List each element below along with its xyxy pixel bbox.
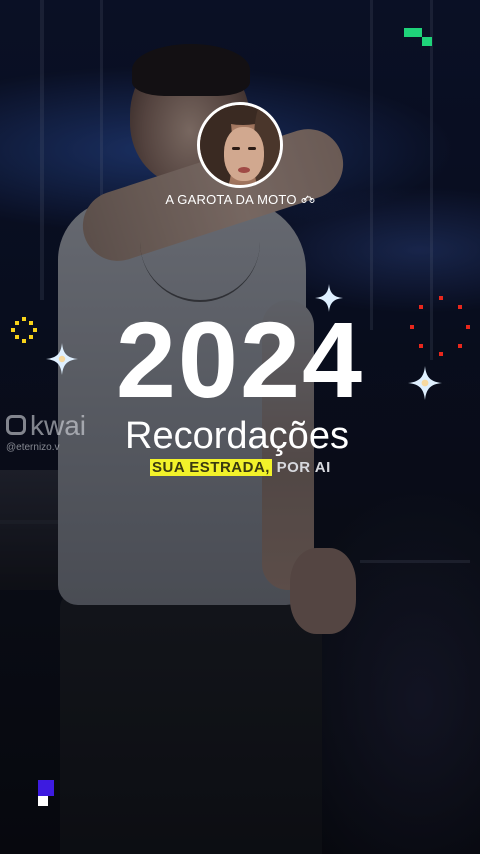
profile-avatar[interactable] — [197, 102, 283, 188]
avatar-eye — [248, 147, 256, 150]
lyric-caption: SUA ESTRADA, POR AI — [150, 459, 331, 476]
motorcycle-icon — [301, 195, 315, 206]
video-frame: A GAROTA DA MOTO kwai @eternizo.v 2024 R… — [0, 0, 480, 854]
caption-highlight: SUA ESTRADA, — [150, 459, 272, 476]
profile-name-text: A GAROTA DA MOTO — [165, 192, 297, 207]
pixel-decoration-bottom-left — [38, 796, 48, 806]
year-headline: 2024 — [115, 299, 365, 420]
pixel-decoration-top-right — [404, 28, 422, 37]
pixel-decoration-bottom-left — [38, 780, 54, 796]
avatar-mouth — [238, 167, 250, 173]
recordacoes-title: Recordações — [125, 415, 349, 457]
avatar-eye — [232, 147, 240, 150]
caption-text: POR AI — [271, 459, 331, 476]
pixel-decoration-top-right — [422, 37, 432, 46]
profile-name[interactable]: A GAROTA DA MOTO — [0, 192, 480, 207]
